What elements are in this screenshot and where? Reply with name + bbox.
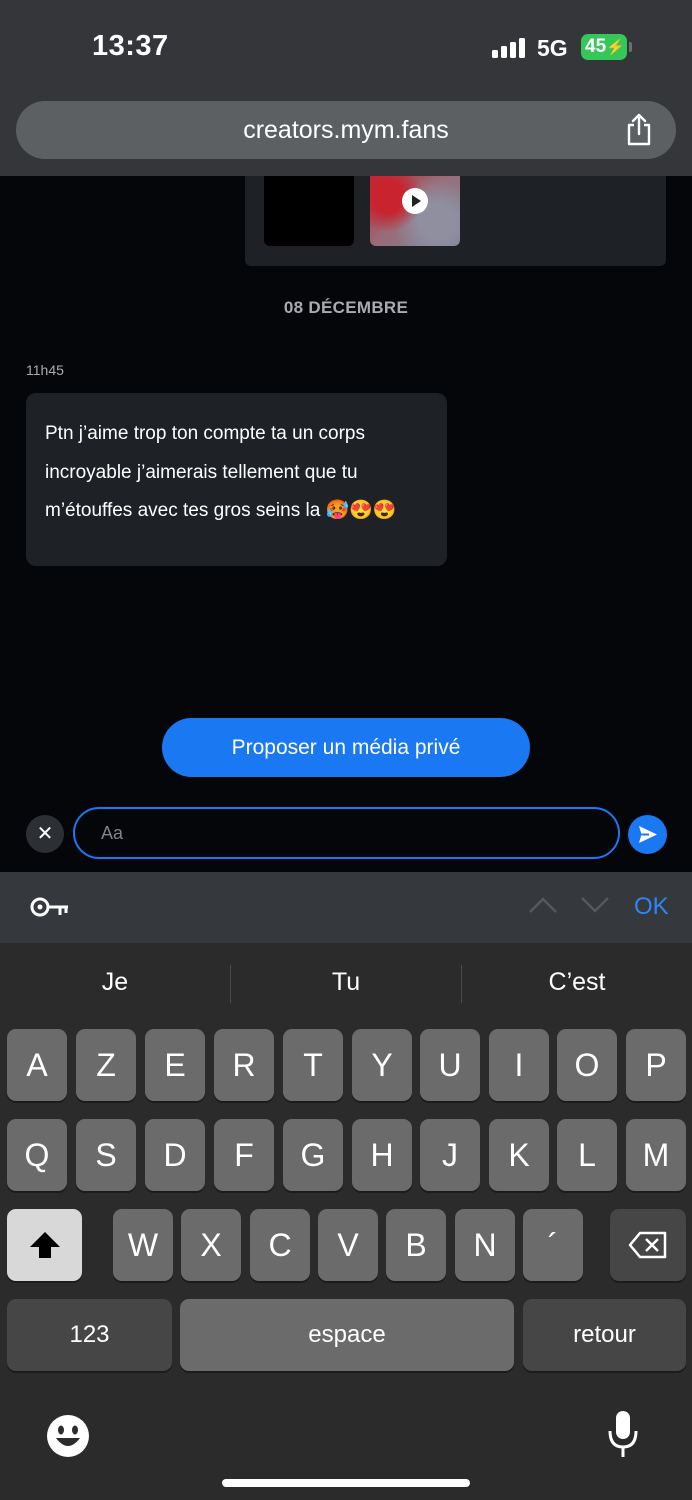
charging-bolt-icon: ⚡: [606, 39, 625, 56]
ok-button[interactable]: OK: [634, 893, 669, 921]
key[interactable]: F: [214, 1119, 274, 1191]
suggestion-1[interactable]: Je: [0, 968, 230, 997]
cellular-signal-icon: [492, 38, 526, 58]
key[interactable]: P: [626, 1029, 686, 1101]
date-separator: 08 DÉCEMBRE: [283, 298, 409, 317]
keyboard: Je Tu C’est A Z E R T Y U I O P Q S D F …: [0, 943, 692, 1500]
accent-key[interactable]: ´: [523, 1209, 583, 1281]
keyboard-accessory-bar: OK: [0, 872, 692, 943]
emoji-icon[interactable]: [46, 1414, 90, 1458]
backspace-icon: [628, 1231, 667, 1259]
message-text: Ptn j’aime trop ton compte ta un corps i…: [45, 423, 397, 521]
key[interactable]: D: [145, 1119, 205, 1191]
battery-icon: 45⚡: [581, 34, 627, 60]
send-icon: [639, 826, 657, 843]
send-button[interactable]: [628, 815, 667, 854]
password-key-icon[interactable]: [30, 894, 70, 920]
key[interactable]: Z: [76, 1029, 136, 1101]
close-button[interactable]: ✕: [26, 815, 64, 853]
suggestion-2[interactable]: Tu: [231, 968, 461, 997]
url-text: creators.mym.fans: [243, 116, 449, 144]
video-thumbnail[interactable]: [370, 176, 460, 246]
media-message-card: [245, 176, 666, 266]
close-icon: ✕: [36, 823, 54, 845]
home-indicator: [222, 1479, 470, 1487]
key[interactable]: X: [181, 1209, 241, 1281]
key[interactable]: A: [7, 1029, 67, 1101]
address-bar[interactable]: creators.mym.fans: [16, 101, 676, 159]
key[interactable]: K: [489, 1119, 549, 1191]
key[interactable]: B: [386, 1209, 446, 1281]
media-thumbnail[interactable]: [264, 176, 354, 246]
play-icon[interactable]: [402, 188, 428, 214]
key[interactable]: E: [145, 1029, 205, 1101]
key[interactable]: O: [557, 1029, 617, 1101]
key[interactable]: G: [283, 1119, 343, 1191]
propose-private-media-button[interactable]: Proposer un média privé: [162, 718, 530, 777]
message-input[interactable]: [73, 807, 620, 859]
key[interactable]: R: [214, 1029, 274, 1101]
key[interactable]: I: [489, 1029, 549, 1101]
key[interactable]: M: [626, 1119, 686, 1191]
shift-key[interactable]: [7, 1209, 82, 1281]
key[interactable]: H: [352, 1119, 412, 1191]
key[interactable]: N: [455, 1209, 515, 1281]
key[interactable]: C: [250, 1209, 310, 1281]
suggestion-3[interactable]: C’est: [462, 968, 692, 997]
battery-level: 45: [585, 36, 607, 57]
key[interactable]: W: [113, 1209, 173, 1281]
key[interactable]: T: [283, 1029, 343, 1101]
key[interactable]: L: [557, 1119, 617, 1191]
chat-area: 08 DÉCEMBRE 11h45 Ptn j’aime trop ton co…: [0, 176, 692, 872]
key[interactable]: V: [318, 1209, 378, 1281]
key[interactable]: S: [76, 1119, 136, 1191]
battery-nub: [629, 42, 632, 52]
microphone-icon[interactable]: [607, 1409, 639, 1459]
key[interactable]: U: [420, 1029, 480, 1101]
message-time: 11h45: [26, 362, 64, 378]
backspace-key[interactable]: [610, 1209, 686, 1281]
chevron-down-icon[interactable]: [580, 894, 610, 916]
numbers-key[interactable]: 123: [7, 1299, 172, 1371]
space-key[interactable]: espace: [180, 1299, 514, 1371]
chevron-up-icon[interactable]: [528, 894, 558, 916]
message-bubble: Ptn j’aime trop ton compte ta un corps i…: [26, 393, 447, 566]
share-icon[interactable]: [624, 113, 654, 147]
return-key[interactable]: retour: [523, 1299, 686, 1371]
key[interactable]: Y: [352, 1029, 412, 1101]
network-type: 5G: [537, 35, 568, 61]
status-time: 13:37: [92, 30, 169, 62]
shift-arrow-icon: [29, 1232, 60, 1258]
browser-chrome: 13:37 5G 45⚡ creators.mym.fans: [0, 0, 692, 176]
key[interactable]: Q: [7, 1119, 67, 1191]
key[interactable]: J: [420, 1119, 480, 1191]
